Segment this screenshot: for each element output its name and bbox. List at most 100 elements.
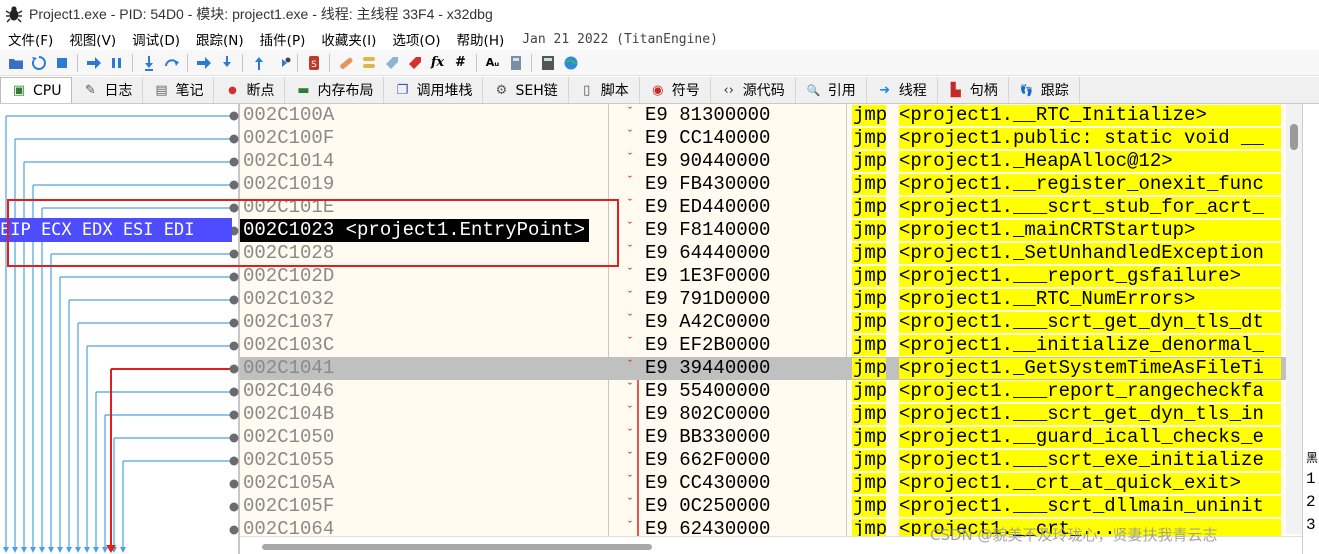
comments-icon[interactable] <box>359 53 378 72</box>
disasm-row[interactable]: 002C104B ˇ E9 802C0000 jmp <project1.___scrt… <box>240 403 1302 426</box>
tab-cpu[interactable]: ▣ CPU <box>0 77 73 103</box>
menu-view[interactable]: 视图(V) <box>61 29 124 49</box>
mnemonic-cell: jmp <box>852 311 888 333</box>
pause-icon[interactable] <box>107 53 126 72</box>
font-icon[interactable]: Aᵤ <box>483 53 502 72</box>
mnemonic-cell: jmp <box>852 173 888 195</box>
tab-label: 断点 <box>246 83 275 99</box>
tab-threads[interactable]: ➜ 线程 <box>866 77 938 103</box>
disasm-row[interactable]: 002C1046 ˇ E9 55400000 jmp <project1.___repo… <box>240 380 1302 403</box>
tab-breakpoints[interactable]: ● 断点 <box>214 77 286 103</box>
disasm-row[interactable]: 002C100A ˇ E9 81300000 jmp <project1.__RTC_I… <box>240 104 1302 127</box>
tab-label: CPU <box>33 82 62 99</box>
tab-call-stack[interactable]: ❐ 调用堆栈 <box>384 77 484 103</box>
menu-favourites[interactable]: 收藏夹(I) <box>313 29 384 49</box>
arrow-head-icon <box>3 547 9 553</box>
address-cell: 002C100A <box>243 104 335 126</box>
disasm-row[interactable]: 002C1041 ˇ E9 39440000 jmp <project1._GetSys… <box>240 357 1302 380</box>
labels-icon[interactable] <box>382 53 401 72</box>
trace-over-icon[interactable] <box>217 53 236 72</box>
toolbar-divider <box>329 53 330 72</box>
patches-icon[interactable] <box>336 53 355 72</box>
jump-marker-icon: ˇ <box>626 381 634 396</box>
disasm-row[interactable]: 002C1055 ˇ E9 662F0000 jmp <project1.___scrt… <box>240 449 1302 472</box>
disasm-row[interactable]: 002C1014 ˇ E9 90440000 jmp <project1._HeapAl… <box>240 150 1302 173</box>
open-icon[interactable] <box>6 53 25 72</box>
calculator-icon[interactable] <box>538 53 557 72</box>
bytes-cell: E9 81300000 <box>645 104 771 126</box>
trace-into-icon[interactable] <box>194 53 213 72</box>
address-cell: 002C1055 <box>243 449 335 471</box>
arrow-head-icon <box>48 547 54 553</box>
step-into-icon[interactable] <box>139 53 158 72</box>
branch-arrows-pane[interactable]: EIP ECX EDX ESI EDI <box>0 104 240 554</box>
tab-label: 日志 <box>104 83 133 99</box>
disasm-row[interactable]: 002C102D ˇ E9 1E3F0000 jmp <project1.___repo… <box>240 265 1302 288</box>
menu-file[interactable]: 文件(F) <box>0 29 61 49</box>
address-cell: 002C103C <box>243 334 335 356</box>
menu-help[interactable]: 帮助(H) <box>449 29 513 49</box>
mnemonic-cell: jmp <box>852 403 888 425</box>
window-title: Project1.exe - PID: 54D0 - 模块: project1.… <box>29 6 493 22</box>
bytes-cell: E9 FB430000 <box>645 173 771 195</box>
handles-icon: ▙ <box>950 82 961 98</box>
step-over-icon[interactable] <box>162 53 181 72</box>
scylla-icon[interactable]: S <box>304 53 323 72</box>
stop-icon[interactable] <box>52 53 71 72</box>
tab-symbols[interactable]: ◉ 符号 <box>639 77 711 103</box>
restart-icon[interactable] <box>29 53 48 72</box>
tab-log[interactable]: ✎ 日志 <box>72 77 144 103</box>
tab-notes[interactable]: ▤ 笔记 <box>143 77 215 103</box>
disasm-row[interactable]: 002C1037 ˇ E9 A42C0000 jmp <project1.___scrt… <box>240 311 1302 334</box>
disassembly-view[interactable]: 002C100A ˇ E9 81300000 jmp <project1.__RTC_I… <box>240 104 1302 554</box>
tab-trace[interactable]: 👣 跟踪 <box>1008 77 1080 103</box>
disasm-row[interactable]: 002C105F ˇ E9 0C250000 jmp <project1.___scrt… <box>240 495 1302 518</box>
execute-till-return-icon[interactable] <box>249 53 268 72</box>
breakpoint-bullet-icon <box>229 410 239 420</box>
menu-debug[interactable]: 调试(D) <box>124 29 188 49</box>
bytes-cell: E9 791D0000 <box>645 288 771 310</box>
menu-trace[interactable]: 跟踪(N) <box>188 29 252 49</box>
tab-handles[interactable]: ▙ 句柄 <box>937 77 1009 103</box>
menu-plugins[interactable]: 插件(P) <box>252 29 314 49</box>
bytes-cell: E9 EF2B0000 <box>645 334 771 356</box>
bytes-cell: E9 F8140000 <box>645 219 771 241</box>
disasm-row[interactable]: 002C100F ˇ E9 CC140000 jmp <project1.public:… <box>240 127 1302 150</box>
call-stack-icon: ❐ <box>396 82 409 98</box>
jump-marker-icon: ˇ <box>626 197 634 212</box>
scrollbar-thumb[interactable] <box>262 544 652 550</box>
trace-icon[interactable] <box>506 53 525 72</box>
tab-bar: ▣ CPU ✎ 日志 ▤ 笔记 ● 断点 ▬ 内存布局 ❐ 调用堆栈 ⚙ SEH链 ▯ 脚本 ◉… <box>0 77 1319 104</box>
tab-label: 调用堆栈 <box>416 83 473 99</box>
jump-marker-icon: ˇ <box>626 243 634 258</box>
run-to-user-code-icon[interactable] <box>272 53 291 72</box>
disasm-row[interactable]: 002C1032 ˇ E9 791D0000 jmp <project1.__RTC_N… <box>240 288 1302 311</box>
branch-arrows-graphic <box>3 111 239 553</box>
address-cell: 002C102D <box>243 265 335 287</box>
mnemonic-cell: jmp <box>852 357 888 379</box>
disasm-row[interactable]: 002C1050 ˇ E9 BB330000 jmp <project1.__guard… <box>240 426 1302 449</box>
disasm-row[interactable]: 002C103C ˇ E9 EF2B0000 jmp <project1.__initi… <box>240 334 1302 357</box>
jump-marker-icon: ˇ <box>626 450 634 465</box>
tab-references[interactable]: 🔍 引用 <box>795 77 867 103</box>
disasm-row[interactable]: 002C105A ˇ E9 CC430000 jmp <project1.__crt_a… <box>240 472 1302 495</box>
functions-icon[interactable]: fx <box>428 53 447 72</box>
globe-icon[interactable] <box>561 53 580 72</box>
tab-label: 引用 <box>827 83 856 99</box>
cpu-icon: ▣ <box>12 83 26 98</box>
disasm-row[interactable]: 002C1019 ˇ E9 FB430000 jmp <project1.__regis… <box>240 173 1302 196</box>
tab-memory-map[interactable]: ▬ 内存布局 <box>285 77 385 103</box>
hash-icon[interactable]: # <box>451 53 470 72</box>
vertical-scrollbar[interactable] <box>1286 104 1302 534</box>
menu-options[interactable]: 选项(O) <box>384 29 448 49</box>
scrollbar-thumb[interactable] <box>1290 124 1298 150</box>
tab-source[interactable]: ‹› 源代码 <box>710 77 796 103</box>
tab-seh[interactable]: ⚙ SEH链 <box>483 77 569 103</box>
breakpoint-icon: ● <box>228 84 237 96</box>
bookmarks-icon[interactable] <box>405 53 424 72</box>
script-icon: ▯ <box>583 82 591 98</box>
operand-cell: <project1.__RTC_NumErrors> <box>899 289 1281 310</box>
run-icon[interactable] <box>84 53 103 72</box>
breakpoint-bullet-icon <box>229 456 239 466</box>
tab-script[interactable]: ▯ 脚本 <box>568 77 640 103</box>
